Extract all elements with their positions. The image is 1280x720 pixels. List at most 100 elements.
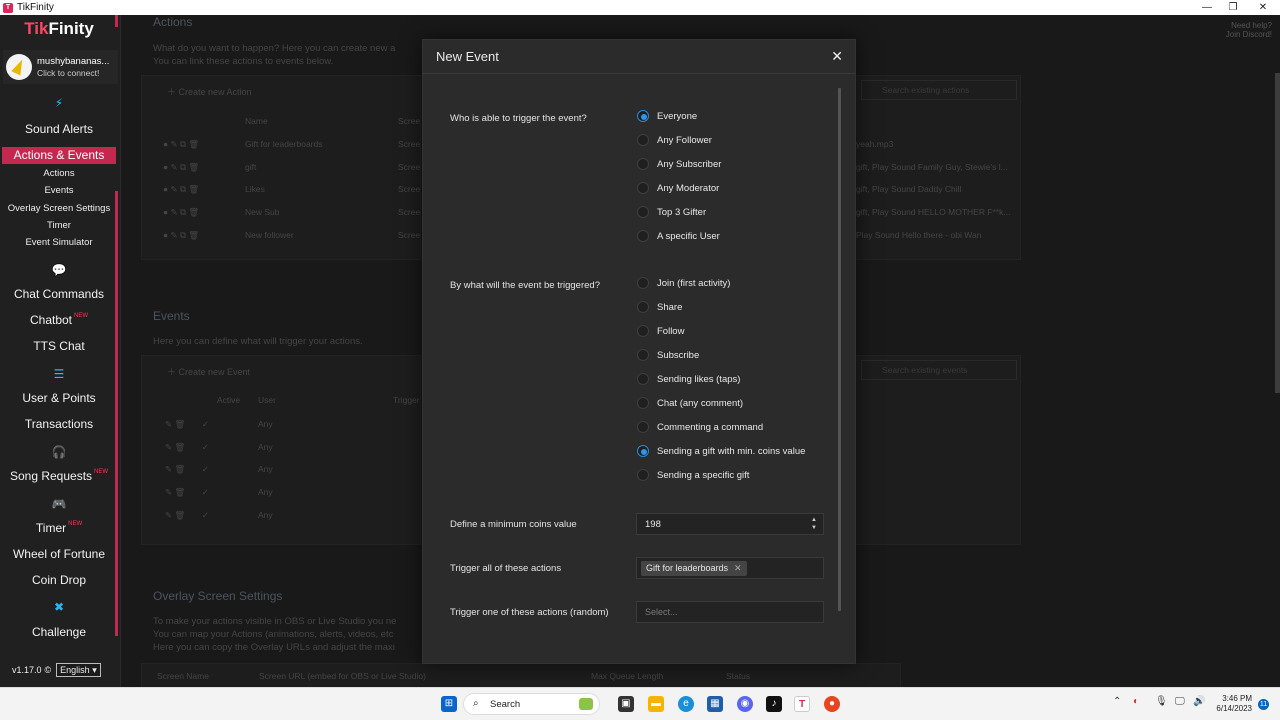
event-row-icons[interactable]: ✎ 🗑 ✓	[165, 419, 209, 430]
sidebar-subitem-event-simulator[interactable]: Event Simulator	[0, 237, 118, 248]
search-events-input[interactable]: Search existing events	[861, 360, 1017, 380]
windows-start-icon[interactable]: ⊞	[441, 696, 457, 712]
sidebar-subitem-overlay-settings[interactable]: Overlay Screen Settings	[0, 203, 118, 214]
discord-icon[interactable]: ◉	[737, 696, 753, 712]
who-trigger-option[interactable]: Any Follower	[637, 134, 712, 146]
action-row-icons[interactable]: ● ✎ ⧉ 🗑	[163, 207, 199, 218]
sidebar-item-challenge[interactable]: Challenge	[0, 625, 118, 639]
radio-button[interactable]	[637, 110, 649, 122]
action-row-icons[interactable]: ● ✎ ⧉ 🗑	[163, 162, 199, 173]
close-window-button[interactable]: ✕	[1248, 0, 1278, 15]
widgets-icon[interactable]	[579, 698, 593, 710]
actions-desc: You can link these actions to events bel…	[153, 56, 334, 67]
tray-app-icon[interactable]: ◐	[1133, 696, 1139, 707]
remove-tag-icon[interactable]: ✕	[734, 563, 742, 573]
task-view-icon[interactable]: ▣	[618, 696, 634, 712]
create-action-button[interactable]: ＋ Create new Action	[167, 85, 252, 98]
what-trigger-option[interactable]: Chat (any comment)	[637, 397, 743, 409]
what-trigger-option-label: Subscribe	[657, 349, 700, 361]
who-trigger-option[interactable]: Top 3 Gifter	[637, 206, 706, 218]
microphone-icon[interactable]: 🎙	[1155, 696, 1168, 707]
close-dialog-button[interactable]: ✕	[831, 48, 843, 65]
radio-button[interactable]	[637, 277, 649, 289]
radio-button[interactable]	[637, 206, 649, 218]
connect-user-button[interactable]: mushybananas... Click to connect!	[3, 50, 118, 84]
radio-button[interactable]	[637, 373, 649, 385]
event-row-icons[interactable]: ✎ 🗑 ✓	[165, 487, 209, 498]
sidebar-subitem-timer[interactable]: Timer	[0, 220, 118, 231]
system-clock[interactable]: 3:46 PM 6/14/2023	[1210, 694, 1252, 714]
radio-button[interactable]	[637, 182, 649, 194]
radio-button[interactable]	[637, 134, 649, 146]
event-row-icons[interactable]: ✎ 🗑 ✓	[165, 442, 209, 453]
sidebar-item-actions-events[interactable]: Actions & Events	[2, 147, 116, 164]
radio-button[interactable]	[637, 349, 649, 361]
who-trigger-option-label: Any Follower	[657, 134, 712, 146]
table-row: Scree	[398, 207, 421, 217]
create-event-button[interactable]: ＋ Create new Event	[167, 365, 250, 378]
action-row-icons[interactable]: ● ✎ ⧉ 🗑	[163, 139, 199, 150]
file-explorer-icon[interactable]: ▬	[648, 696, 664, 712]
tikfinity-taskbar-icon[interactable]: T	[794, 696, 810, 712]
store-icon[interactable]: ▦	[707, 696, 723, 712]
sidebar-item-coin-drop[interactable]: Coin Drop	[0, 573, 118, 587]
table-row: gift	[245, 162, 257, 172]
action-row-icons[interactable]: ● ✎ ⧉ 🗑	[163, 184, 199, 195]
coins-stepper[interactable]: ▲ ▼	[811, 516, 817, 532]
main-scrollbar[interactable]	[1275, 73, 1280, 393]
sidebar-subitem-actions[interactable]: Actions	[0, 168, 118, 179]
min-coins-input[interactable]: 198 ▲ ▼	[636, 513, 824, 535]
radio-button[interactable]	[637, 325, 649, 337]
sidebar-item-transactions[interactable]: Transactions	[0, 417, 118, 431]
sidebar-item-wheel-of-fortune[interactable]: Wheel of Fortune	[0, 547, 118, 561]
what-trigger-option[interactable]: Join (first activity)	[637, 277, 730, 289]
tiktok-icon[interactable]: ♪	[766, 696, 782, 712]
maximize-button[interactable]: ❐	[1218, 0, 1248, 15]
tray-chevron-icon[interactable]: ⌃	[1113, 696, 1121, 707]
sidebar-item-tts-chat[interactable]: TTS Chat	[0, 339, 118, 353]
sidebar-item-timer[interactable]: Timer NEW	[0, 521, 118, 535]
radio-button[interactable]	[637, 397, 649, 409]
what-trigger-option[interactable]: Sending likes (taps)	[637, 373, 740, 385]
trigger-one-select[interactable]: Select...	[636, 601, 824, 623]
notification-badge[interactable]: 11	[1258, 699, 1269, 710]
radio-button[interactable]	[637, 445, 649, 457]
dialog-scrollbar[interactable]	[838, 88, 841, 611]
radio-button[interactable]	[637, 421, 649, 433]
what-trigger-option[interactable]: Share	[637, 301, 682, 313]
volume-icon[interactable]: 🔊	[1193, 696, 1205, 707]
what-trigger-option[interactable]: Commenting a command	[637, 421, 763, 433]
table-row: Scree	[398, 162, 421, 172]
sidebar-item-chatbot[interactable]: Chatbot NEW	[0, 313, 118, 327]
sidebar-subitem-events[interactable]: Events	[0, 185, 118, 196]
trigger-all-select[interactable]: Gift for leaderboards ✕	[636, 557, 824, 579]
what-trigger-option[interactable]: Sending a specific gift	[637, 469, 749, 481]
who-trigger-option[interactable]: Everyone	[637, 110, 697, 122]
language-select[interactable]: English ▾	[56, 663, 101, 677]
search-actions-input[interactable]: Search existing actions	[861, 80, 1017, 100]
radio-button[interactable]	[637, 301, 649, 313]
who-trigger-option[interactable]: A specific User	[637, 230, 720, 242]
obs-icon[interactable]: ●	[824, 696, 840, 712]
action-row-icons[interactable]: ● ✎ ⧉ 🗑	[163, 230, 199, 241]
radio-button[interactable]	[637, 469, 649, 481]
sidebar-item-chat-commands[interactable]: Chat Commands	[0, 287, 118, 301]
search-icon: ⌕	[473, 698, 479, 709]
sidebar-item-song-requests[interactable]: Song Requests NEW	[0, 469, 118, 483]
sidebar-item-sound-alerts[interactable]: Sound Alerts	[0, 122, 118, 136]
who-trigger-option-label: Top 3 Gifter	[657, 206, 707, 218]
discord-help[interactable]: Need help? Join Discord!	[1226, 21, 1272, 39]
edge-browser-icon[interactable]: e	[678, 696, 694, 712]
event-row-icons[interactable]: ✎ 🗑 ✓	[165, 464, 209, 475]
sidebar-item-user-points[interactable]: User & Points	[0, 391, 118, 405]
radio-button[interactable]	[637, 230, 649, 242]
who-trigger-option[interactable]: Any Moderator	[637, 182, 719, 194]
what-trigger-option[interactable]: Sending a gift with min. coins value	[637, 445, 805, 457]
what-trigger-option[interactable]: Follow	[637, 325, 684, 337]
table-row: New follower	[245, 230, 294, 240]
who-trigger-option[interactable]: Any Subscriber	[637, 158, 721, 170]
radio-button[interactable]	[637, 158, 649, 170]
network-icon[interactable]: 🖵	[1175, 696, 1185, 707]
what-trigger-option[interactable]: Subscribe	[637, 349, 699, 361]
event-row-icons[interactable]: ✎ 🗑 ✓	[165, 510, 209, 521]
